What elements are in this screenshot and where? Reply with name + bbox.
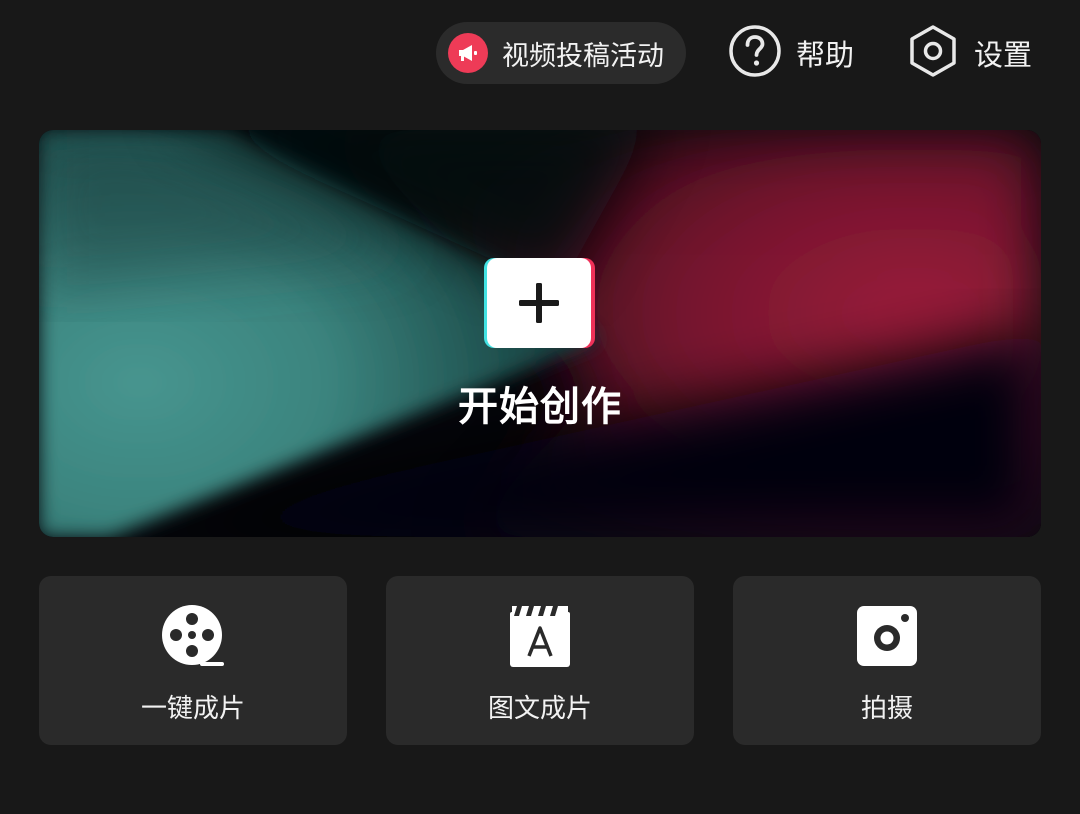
megaphone-icon [448, 33, 488, 73]
help-label: 帮助 [796, 38, 855, 72]
film-reel-icon [160, 604, 226, 672]
text-to-video-button[interactable]: 图文成片 [386, 576, 694, 745]
top-bar: 视频投稿活动 帮助 设置 [0, 0, 1080, 110]
camera-shoot-label: 拍摄 [860, 694, 913, 724]
help-button[interactable]: 帮助 [728, 24, 855, 82]
camera-shoot-button[interactable]: 拍摄 [733, 576, 1041, 745]
one-click-video-button[interactable]: 一键成片 [39, 576, 347, 745]
hexagon-gear-icon [906, 24, 960, 82]
one-click-video-label: 一键成片 [140, 694, 245, 724]
video-campaign-label: 视频投稿活动 [502, 40, 664, 72]
settings-label: 设置 [974, 38, 1033, 72]
video-campaign-button[interactable]: 视频投稿活动 [436, 22, 686, 84]
start-creation-banner[interactable]: 开始创作 [39, 130, 1041, 537]
camera-icon [856, 605, 918, 671]
add-project-button[interactable] [484, 258, 595, 348]
question-circle-icon [728, 24, 782, 82]
text-to-video-label: 图文成片 [487, 694, 592, 724]
text-clapboard-icon [509, 604, 571, 672]
plus-icon [487, 258, 591, 348]
start-creation-label: 开始创作 [458, 384, 622, 430]
settings-button[interactable]: 设置 [906, 24, 1033, 82]
